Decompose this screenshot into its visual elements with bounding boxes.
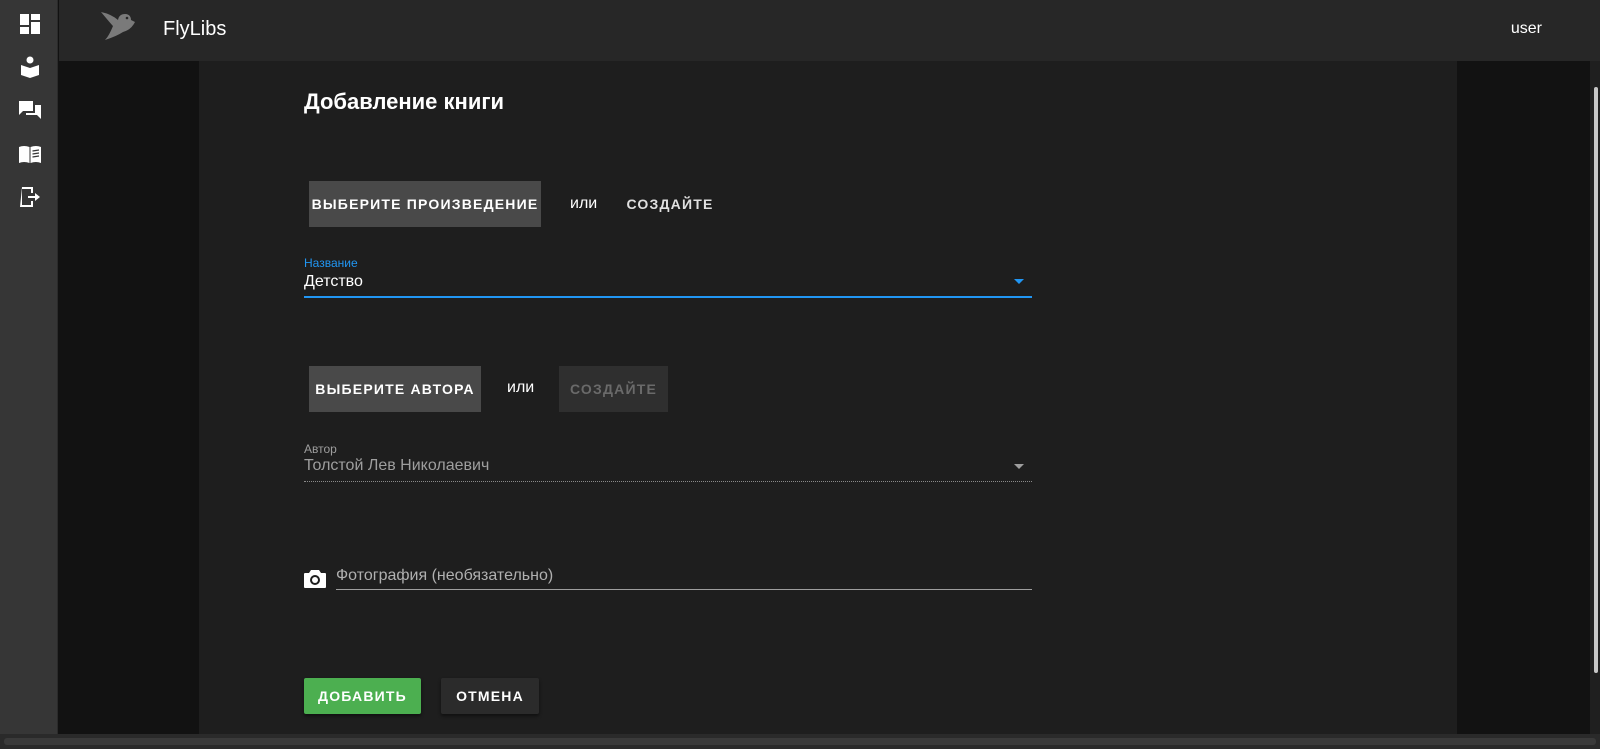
add-book-form: Добавление книги Выберите произведение и… bbox=[199, 61, 1457, 734]
or-label: или bbox=[570, 195, 598, 212]
logout-icon[interactable] bbox=[19, 186, 41, 208]
vertical-scrollbar-thumb[interactable] bbox=[1594, 87, 1598, 673]
sidebar bbox=[0, 0, 58, 734]
book-icon[interactable] bbox=[19, 143, 41, 165]
user-menu[interactable]: user bbox=[1511, 20, 1542, 38]
reader-icon[interactable] bbox=[19, 56, 41, 78]
horizontal-scrollbar-thumb[interactable] bbox=[4, 738, 1596, 745]
add-button[interactable]: ДОБАВИТЬ bbox=[304, 678, 421, 714]
photo-file-input[interactable]: Фотография (необязательно) bbox=[336, 554, 1032, 590]
chevron-down-icon bbox=[1014, 464, 1024, 469]
cancel-button[interactable]: ОТМЕНА bbox=[441, 678, 539, 714]
create-author-button[interactable]: Создайте bbox=[559, 366, 668, 412]
top-app-bar: FlyLibs user bbox=[59, 0, 1600, 61]
create-work-button[interactable]: Создайте bbox=[619, 181, 721, 227]
select-author-button[interactable]: Выберите автора bbox=[309, 366, 481, 412]
app-title[interactable]: FlyLibs bbox=[163, 18, 226, 41]
forum-icon[interactable] bbox=[19, 99, 41, 121]
author-select[interactable]: Толстой Лев Николаевич bbox=[304, 452, 1032, 482]
page-title: Добавление книги bbox=[304, 89, 505, 114]
or-label: или bbox=[507, 379, 535, 396]
camera-icon[interactable] bbox=[304, 569, 326, 589]
dashboard-icon[interactable] bbox=[19, 13, 41, 35]
photo-input-placeholder: Фотография (необязательно) bbox=[336, 567, 554, 584]
author-select-value: Толстой Лев Николаевич bbox=[304, 457, 490, 474]
chevron-down-icon bbox=[1014, 279, 1024, 284]
select-work-button[interactable]: Выберите произведение bbox=[309, 181, 541, 227]
title-select[interactable]: Детство bbox=[304, 266, 1032, 298]
title-select-value: Детство bbox=[304, 273, 363, 290]
bird-logo-icon[interactable] bbox=[101, 10, 137, 42]
